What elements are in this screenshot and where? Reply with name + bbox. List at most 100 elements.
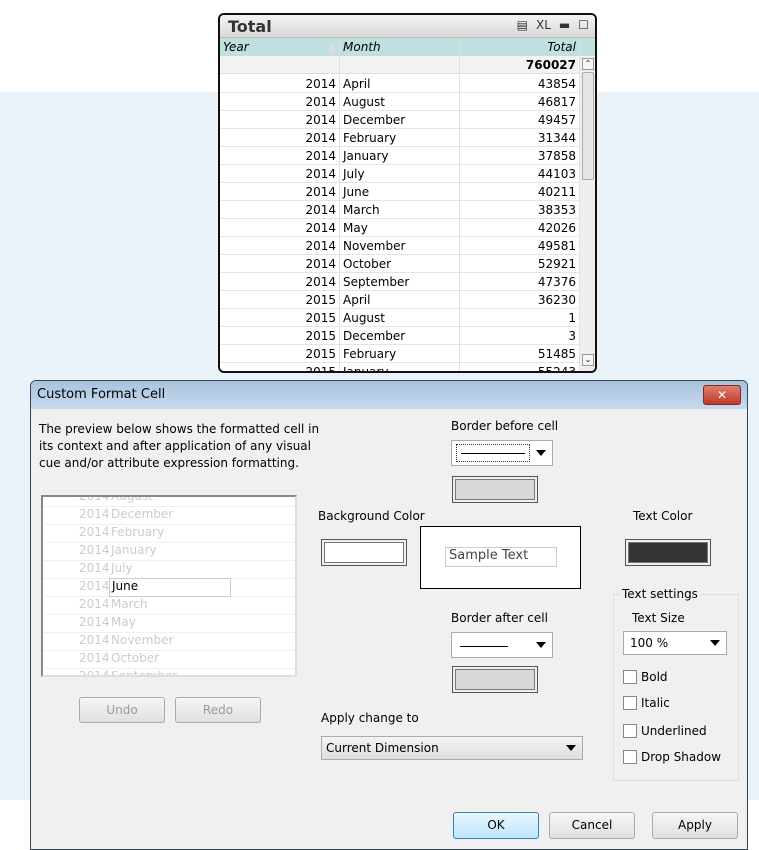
preview-row: 2014 December [43,507,295,525]
table-row[interactable]: 2014 February 31344 [220,129,580,147]
preview-month: February [111,525,165,539]
cancel-button[interactable]: Cancel [549,812,635,839]
preview-month: July [111,561,133,575]
table-row[interactable]: 2015 April 36230 [220,291,580,309]
scroll-thumb[interactable] [582,72,594,180]
text-color-label: Text Color [633,509,693,523]
table-row[interactable]: 2014 September 47376 [220,273,580,291]
table-row[interactable]: 2014 July 44103 [220,165,580,183]
minimize-icon[interactable]: ▬ [559,18,570,32]
header-total[interactable]: Total [460,38,580,56]
undo-button[interactable]: Undo [79,697,165,723]
table-row[interactable]: 2014 March 38353 [220,201,580,219]
preview-row: 2014 September [43,669,295,677]
preview-year: 2014 [79,561,110,575]
table-row[interactable]: 2014 December 49457 [220,111,580,129]
border-after-color[interactable] [452,666,538,693]
year-cell: 2014 [220,183,340,200]
table-row[interactable]: 2014 January 37858 [220,147,580,165]
bold-checkbox[interactable]: Bold [623,670,668,684]
table-title: Total [228,17,272,36]
table-row[interactable]: 2014 June 40211 [220,183,580,201]
apply-change-to-label: Apply change to [321,711,419,725]
italic-checkbox[interactable]: Italic [623,696,670,710]
month-cell: January [340,147,460,164]
text-settings-label: Text settings [620,587,700,601]
total-cell: 31344 [460,129,580,146]
redo-button[interactable]: Redo [175,697,261,723]
drop-shadow-checkbox[interactable]: Drop Shadow [623,750,721,764]
total-cell: 49581 [460,237,580,254]
total-cell: 46817 [460,93,580,110]
table-row[interactable]: 2014 October 52921 [220,255,580,273]
preview-row: 2014 October [43,651,295,669]
year-cell: 2015 [220,291,340,308]
table-row[interactable]: 2014 May 42026 [220,219,580,237]
total-cell: 36230 [460,291,580,308]
year-cell: 2014 [220,93,340,110]
maximize-icon[interactable]: ☐ [578,18,589,32]
year-cell: 2015 [220,363,340,371]
table-rows: 2014 April 43854 2014 August 46817 2014 Decembe… [220,75,580,371]
scroll-up-icon[interactable]: ⌃ [582,58,594,70]
apply-target-select[interactable]: Current Dimension [321,736,583,760]
table-row[interactable]: 2014 August 46817 [220,93,580,111]
apply-button[interactable]: Apply [652,812,738,839]
background-color-label: Background Color [318,509,425,523]
preview-month: August [111,495,153,503]
border-before-select[interactable] [451,440,553,466]
preview-row: 2014 June [43,578,295,597]
close-button[interactable]: ✕ [703,385,741,405]
header-month[interactable]: Month [340,38,460,56]
year-cell: 2014 [220,273,340,290]
border-after-label: Border after cell [451,611,548,625]
text-color-swatch[interactable] [625,539,711,566]
table-row[interactable]: 2014 November 49581 [220,237,580,255]
table-row[interactable]: 2015 January 55243 [220,363,580,371]
table-row[interactable]: 2015 February 51485 [220,345,580,363]
year-cell: 2014 [220,147,340,164]
custom-format-cell-dialog: Custom Format Cell ✕ The preview below s… [30,380,748,850]
table-row[interactable]: 2015 December 3 [220,327,580,345]
border-after-select[interactable] [451,632,553,658]
preview-month: May [111,615,136,629]
month-cell: December [340,111,460,128]
underlined-checkbox[interactable]: Underlined [623,724,707,738]
preview-month: September [111,669,178,677]
total-cell: 51485 [460,345,580,362]
month-cell: April [340,75,460,92]
sample-box: Sample Text [420,526,581,589]
year-cell: 2014 [220,129,340,146]
print-icon[interactable]: ▤ [517,18,528,32]
month-cell: April [340,291,460,308]
ok-button[interactable]: OK [453,812,539,839]
year-cell: 2014 [220,75,340,92]
preview-month: December [111,507,174,521]
total-cell: 52921 [460,255,580,272]
preview-row: 2014 July [43,561,295,579]
preview-year: 2014 [79,651,110,665]
preview-row: 2014 March [43,597,295,615]
preview-pane: 2014 August 2014 December 2014 February 2014 Ja… [41,495,297,677]
excel-export-button[interactable]: XL [536,18,551,32]
total-cell: 49457 [460,111,580,128]
preview-year: 2014 [79,615,110,629]
preview-year: 2014 [79,495,110,503]
background-color-swatch[interactable] [321,539,407,566]
preview-year: 2014 [79,543,110,557]
text-size-select[interactable]: 100 % [623,631,727,655]
month-cell: August [340,93,460,110]
table-box-total[interactable]: Total ▤ XL ▬ ☐ Year ▲ Month Total 760027 … [218,13,597,373]
total-cell: 44103 [460,165,580,182]
table-row[interactable]: 2015 August 1 [220,309,580,327]
table-row[interactable]: 2014 April 43854 [220,75,580,93]
preview-month: October [111,651,160,665]
year-cell: 2014 [220,237,340,254]
vertical-scrollbar[interactable]: ⌃ ⌄ [580,56,595,371]
month-cell: July [340,165,460,182]
header-year[interactable]: Year ▲ [220,38,340,56]
border-before-color[interactable] [452,476,538,503]
chevron-down-icon [566,745,576,751]
year-cell: 2014 [220,201,340,218]
scroll-down-icon[interactable]: ⌄ [582,354,594,366]
